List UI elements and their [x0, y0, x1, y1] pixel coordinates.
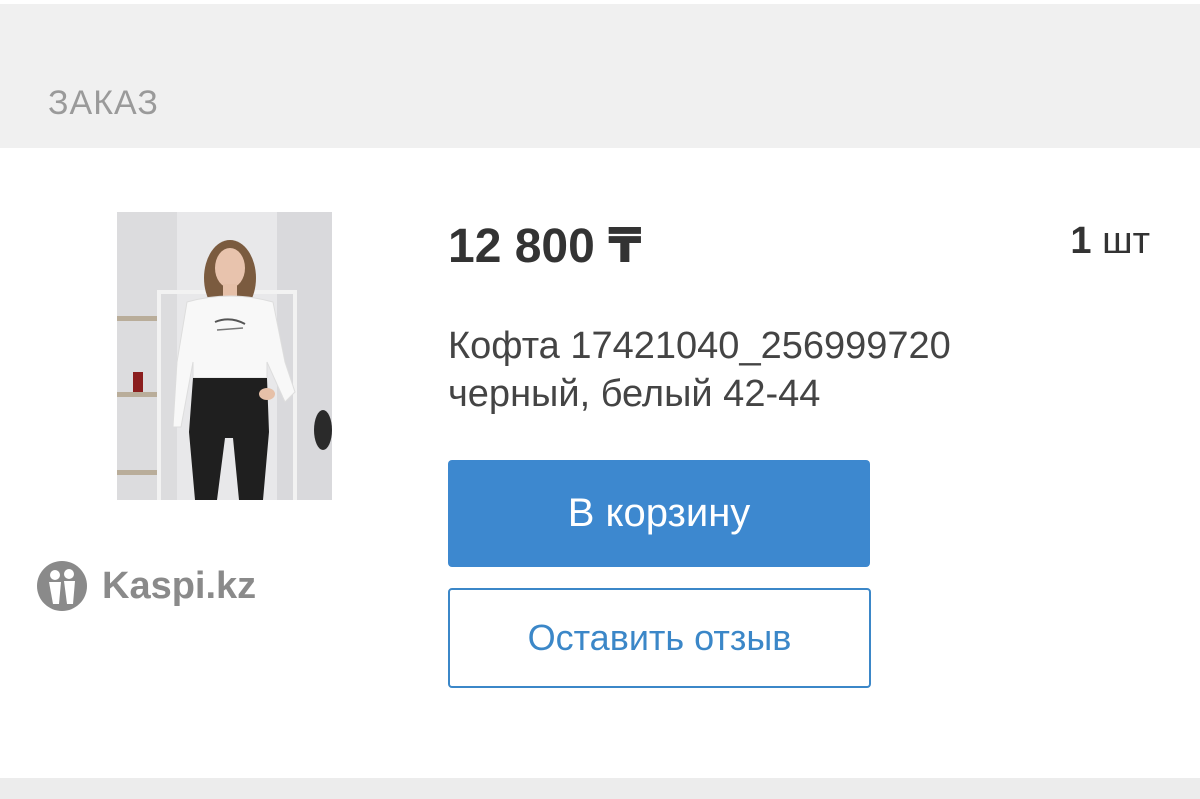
kaspi-watermark: Kaspi.kz	[36, 560, 256, 612]
item-title-line-2: черный, белый 42-44	[448, 373, 821, 415]
kaspi-logo-icon	[37, 561, 87, 611]
section-title: ЗАКАЗ	[48, 84, 159, 122]
item-title[interactable]: Кофта 17421040_256999720 черный, белый 4…	[448, 322, 1068, 418]
product-photo-illustration	[117, 212, 332, 500]
item-title-line-1: Кофта 17421040_256999720	[448, 325, 951, 367]
item-price: 12 800 ₸	[448, 220, 642, 273]
quantity-unit: шт	[1102, 220, 1150, 262]
section-header: ЗАКАЗ	[0, 0, 1200, 148]
leave-review-button[interactable]: Оставить отзыв	[448, 588, 871, 688]
order-item-card: 12 800 ₸ 1 шт Кофта 17421040_256999720 ч…	[0, 148, 1200, 778]
bottom-divider	[0, 778, 1200, 799]
product-image[interactable]	[117, 212, 332, 500]
quantity-value: 1	[1070, 220, 1092, 262]
add-to-cart-button[interactable]: В корзину	[448, 460, 870, 567]
watermark-text: Kaspi.kz	[102, 564, 257, 607]
item-quantity: 1 шт	[1070, 220, 1150, 263]
